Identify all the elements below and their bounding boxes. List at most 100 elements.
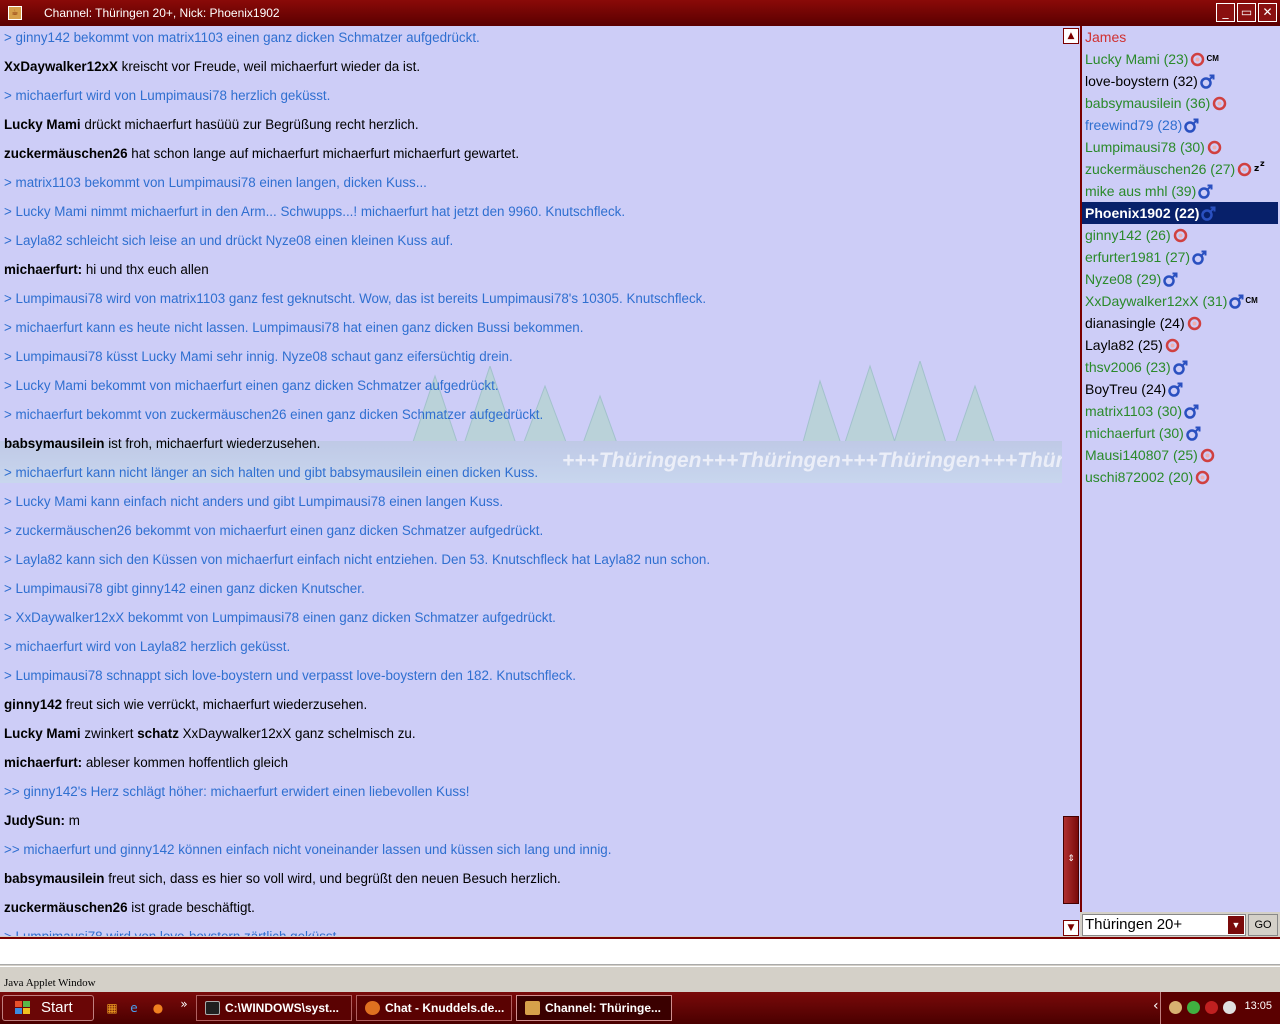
chat-scrollbar[interactable]: ▲ ⇕ ▼ xyxy=(1062,26,1080,936)
chat-nick[interactable]: ginny142 xyxy=(4,697,62,712)
female-icon xyxy=(1165,338,1180,353)
user-list-item[interactable]: Phoenix1902 (22) xyxy=(1082,202,1278,224)
chat-nick[interactable]: zuckermäuschen26 xyxy=(4,146,128,161)
firefox-icon xyxy=(365,1001,380,1015)
chat-line: > michaerfurt bekommt von zuckermäuschen… xyxy=(4,407,544,422)
chat-line: > Lumpimausi78 wird von love-boystern zä… xyxy=(4,925,1062,936)
user-list-item[interactable]: matrix1103 (30) xyxy=(1082,400,1280,422)
user-list-item[interactable]: zuckermäuschen26 (27) z z xyxy=(1082,158,1280,180)
chat-line: > Lumpimausi78 gibt ginny142 einen ganz … xyxy=(4,581,365,596)
user-name: mike aus mhl (39) xyxy=(1085,183,1197,199)
user-list-item[interactable]: James xyxy=(1082,26,1280,48)
user-name: Nyze08 (29) xyxy=(1085,271,1162,287)
chat-line: > Lucky Mami bekommt von michaerfurt ein… xyxy=(4,378,499,393)
user-name: Lumpimausi78 (30) xyxy=(1085,139,1205,155)
window-title: Channel: Thüringen 20+, Nick: Phoenix190… xyxy=(44,6,280,20)
chat-nick[interactable]: babsymausilein xyxy=(4,871,104,886)
user-list-item[interactable]: freewind79 (28) xyxy=(1082,114,1280,136)
close-button[interactable]: ✕ xyxy=(1258,3,1277,22)
java-icon: ☕ xyxy=(8,6,22,20)
chat-line: Lucky Mami zwinkert schatz XxDaywalker12… xyxy=(4,722,1062,751)
tray-security-icon[interactable] xyxy=(1205,1001,1218,1014)
user-list-item[interactable]: ginny142 (26) xyxy=(1082,224,1280,246)
scroll-thumb[interactable]: ⇕ xyxy=(1063,816,1079,904)
user-name: BoyTreu (24) xyxy=(1085,381,1167,397)
tray-clover-icon[interactable] xyxy=(1187,1001,1200,1014)
user-list[interactable]: James Lucky Mami (23) CM love-boystern (32)… xyxy=(1082,26,1280,912)
female-icon xyxy=(1200,448,1215,463)
minimize-button[interactable]: _ xyxy=(1216,3,1235,22)
user-list-item[interactable]: Lumpimausi78 (30) xyxy=(1082,136,1280,158)
user-name: matrix1103 (30) xyxy=(1085,403,1183,419)
chat-line: > Layla82 schleicht sich leise an und dr… xyxy=(4,233,454,248)
male-icon xyxy=(1184,404,1199,419)
chat-nick[interactable]: michaerfurt: xyxy=(4,755,82,770)
user-list-item[interactable]: BoyTreu (24) xyxy=(1082,378,1280,400)
chat-message: hi und thx euch allen xyxy=(82,262,209,277)
user-list-item[interactable]: Mausi140807 (25) xyxy=(1082,444,1280,466)
channel-select[interactable]: Thüringen 20+ ▼ xyxy=(1082,914,1246,936)
user-list-item[interactable]: Nyze08 (29) xyxy=(1082,268,1280,290)
channel-moderator-badge: CM xyxy=(1245,296,1258,305)
chat-nick[interactable]: JudySun: xyxy=(4,813,65,828)
quicklaunch-more-icon[interactable]: » xyxy=(176,996,192,1012)
user-list-item[interactable]: mike aus mhl (39) xyxy=(1082,180,1280,202)
scroll-up-arrow-icon[interactable]: ▲ xyxy=(1063,28,1079,44)
male-icon xyxy=(1201,206,1216,221)
window-titlebar[interactable]: ☕ Channel: Thüringen 20+, Nick: Phoenix1… xyxy=(0,0,1280,26)
show-desktop-icon[interactable]: ▦ xyxy=(104,1000,120,1016)
scroll-down-arrow-icon[interactable]: ▼ xyxy=(1063,920,1079,936)
chat-nick[interactable]: zuckermäuschen26 xyxy=(4,900,128,915)
male-icon xyxy=(1184,118,1199,133)
chat-nick[interactable]: michaerfurt: xyxy=(4,262,82,277)
female-icon xyxy=(1212,96,1227,111)
user-list-item[interactable]: Layla82 (25) xyxy=(1082,334,1280,356)
chat-nick[interactable]: babsymausilein xyxy=(4,436,104,451)
chat-message: freut sich wie verrückt, michaerfurt wie… xyxy=(62,697,368,712)
user-list-item[interactable]: love-boystern (32) xyxy=(1082,70,1280,92)
male-icon xyxy=(1200,74,1215,89)
user-list-item[interactable]: Lucky Mami (23) CM xyxy=(1082,48,1280,70)
user-name: love-boystern (32) xyxy=(1085,73,1198,89)
user-list-item[interactable]: thsv2006 (23) xyxy=(1082,356,1280,378)
chat-nick[interactable]: Lucky Mami xyxy=(4,117,81,132)
start-button[interactable]: Start xyxy=(2,995,94,1021)
chat-nick[interactable]: XxDaywalker12xX xyxy=(4,59,118,74)
go-button[interactable]: GO xyxy=(1248,914,1278,936)
chat-line: > michaerfurt kann es heute nicht lassen… xyxy=(4,320,584,335)
chat-nick[interactable]: schatz xyxy=(137,726,179,741)
user-list-item[interactable]: dianasingle (24) xyxy=(1082,312,1280,334)
male-icon xyxy=(1192,250,1207,265)
tray-user-icon[interactable] xyxy=(1169,1001,1182,1014)
chat-nick[interactable]: Lucky Mami xyxy=(4,726,81,741)
user-list-item[interactable]: XxDaywalker12xX (31) CM xyxy=(1082,290,1280,312)
user-list-item[interactable]: erfurter1981 (27) xyxy=(1082,246,1280,268)
chat-message: XxDaywalker12xX ganz schelmisch zu. xyxy=(178,726,416,741)
java-icon xyxy=(525,1001,540,1015)
cmd-icon xyxy=(205,1001,220,1015)
tray-expand-icon[interactable]: ‹ xyxy=(1153,998,1159,1014)
chat-line: > michaerfurt wird von Lumpimausi78 herz… xyxy=(4,88,331,103)
chat-message: hat schon lange auf michaerfurt michaerf… xyxy=(127,146,520,161)
task-button-channel[interactable]: Channel: Thüringe... xyxy=(516,995,672,1021)
male-icon xyxy=(1172,360,1188,375)
user-name: freewind79 (28) xyxy=(1085,117,1183,133)
chat-message: freut sich, dass es hier so voll wird, u… xyxy=(104,871,561,886)
tray-shield-icon[interactable] xyxy=(1223,1001,1236,1014)
media-player-icon[interactable]: ● xyxy=(150,1000,166,1016)
internet-explorer-icon[interactable]: e xyxy=(126,1000,142,1016)
user-list-item[interactable]: uschi872002 (20) xyxy=(1082,466,1280,488)
user-list-item[interactable]: michaerfurt (30) xyxy=(1082,422,1280,444)
chat-line: > matrix1103 bekommt von Lumpimausi78 ei… xyxy=(4,175,427,190)
male-icon xyxy=(1168,382,1183,397)
message-input[interactable] xyxy=(0,937,1280,965)
maximize-button[interactable]: ▭ xyxy=(1237,3,1256,22)
chat-line: > Lucky Mami kann einfach nicht anders u… xyxy=(4,494,504,509)
chat-history[interactable]: +++Thüringen+++Thüringen+++Thüringen+++T… xyxy=(0,26,1062,936)
user-name: XxDaywalker12xX (31) xyxy=(1085,293,1228,309)
female-icon xyxy=(1190,52,1205,67)
user-list-item[interactable]: babsymausilein (36) xyxy=(1082,92,1280,114)
task-button-cmd[interactable]: C:\WINDOWS\syst... xyxy=(196,995,352,1021)
task-button-firefox[interactable]: Chat - Knuddels.de... xyxy=(356,995,512,1021)
chevron-down-icon[interactable]: ▼ xyxy=(1228,916,1244,934)
